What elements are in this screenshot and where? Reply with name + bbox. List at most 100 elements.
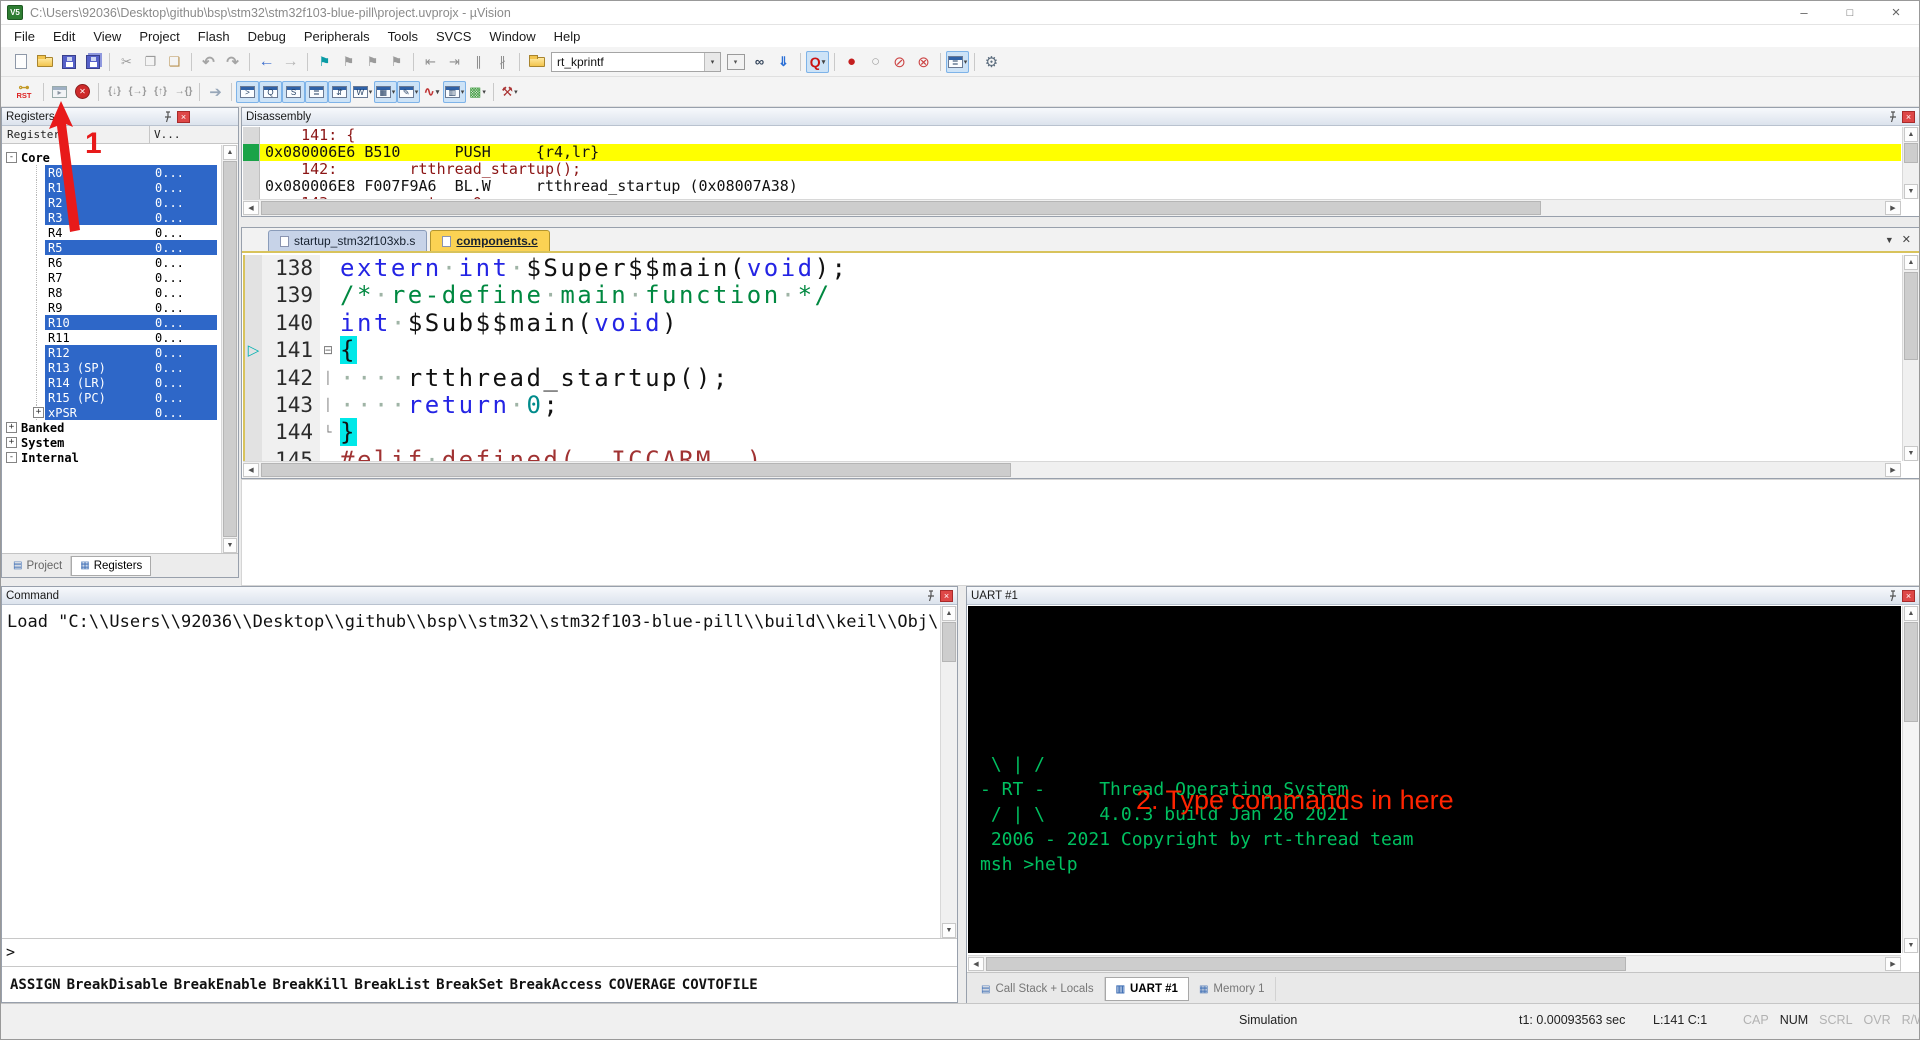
find-in-files-results-button[interactable]: ∞ [748, 51, 771, 73]
indent-button[interactable]: ⇥ [443, 51, 466, 73]
File[interactable]: File [5, 27, 44, 46]
Project[interactable]: ▤ Project [5, 556, 71, 576]
execution-marker[interactable] [245, 255, 262, 282]
close-panel-icon[interactable] [1902, 111, 1915, 123]
pin-icon[interactable] [925, 590, 937, 602]
fold-marker[interactable] [320, 255, 336, 282]
separator[interactable] [493, 83, 494, 101]
pin-icon[interactable] [162, 111, 174, 123]
open-file-button[interactable] [33, 51, 56, 73]
navigate-forward-button[interactable]: → [279, 51, 302, 73]
UART #1[interactable]: ▥ UART #1 [1105, 977, 1189, 1001]
Tools[interactable]: Tools [379, 27, 427, 46]
tree-expander-icon[interactable] [33, 287, 44, 298]
View[interactable]: View [84, 27, 130, 46]
execution-marker[interactable] [245, 447, 262, 461]
analysis-window-dropdown[interactable]: ∿▾ [420, 81, 443, 103]
comment-button[interactable]: ∥ [467, 51, 490, 73]
register-row[interactable]: R3 0... [3, 210, 220, 225]
scrollbar-thumb[interactable] [1904, 622, 1918, 722]
register-row[interactable]: R9 0... [3, 300, 220, 315]
scroll-up-icon[interactable] [223, 145, 237, 160]
COVTOFILE[interactable]: COVTOFILE [682, 977, 758, 993]
scroll-right-icon[interactable] [1885, 463, 1901, 477]
separator[interactable] [519, 53, 520, 71]
scroll-right-icon[interactable] [1885, 201, 1901, 215]
separator[interactable] [974, 53, 975, 71]
register-row[interactable]: + System [3, 435, 220, 450]
register-row[interactable]: R8 0... [3, 285, 220, 300]
register-row[interactable]: + xPSR 0... [3, 405, 220, 420]
Memory 1[interactable]: ▦ Memory 1 [1189, 977, 1276, 1001]
separator[interactable] [98, 83, 99, 101]
minimize-button[interactable] [1781, 1, 1827, 24]
fold-marker[interactable]: │ [320, 365, 336, 392]
scroll-left-icon[interactable] [968, 957, 984, 971]
register-row[interactable]: R14 (LR) 0... [3, 375, 220, 390]
register-row[interactable]: R11 0... [3, 330, 220, 345]
tree-expander-icon[interactable] [33, 302, 44, 313]
editor-code-lines[interactable]: 138extern·int·$Super$$main(void);139/*·r… [243, 255, 1901, 461]
fold-marker[interactable] [320, 282, 336, 309]
scrollbar-thumb[interactable] [261, 463, 1011, 477]
run-button[interactable]: ▸ [48, 81, 71, 103]
Peripherals[interactable]: Peripherals [295, 27, 379, 46]
tab-list-dropdown-icon[interactable]: ▼ [1885, 235, 1894, 245]
paste-button[interactable]: ❑ [163, 51, 186, 73]
separator[interactable] [43, 83, 44, 101]
save-button[interactable] [57, 51, 80, 73]
execution-marker[interactable] [245, 392, 262, 419]
tree-expander-icon[interactable] [33, 377, 44, 388]
step-out-button[interactable]: {↑} [149, 81, 172, 103]
scroll-up-icon[interactable] [1904, 606, 1918, 621]
find-dropdown[interactable]: Q▾ [806, 51, 829, 73]
close-panel-icon[interactable] [177, 111, 190, 123]
Debug[interactable]: Debug [239, 27, 295, 46]
disassembly-window-toggle[interactable]: Q [259, 81, 282, 103]
tree-expander-icon[interactable] [33, 392, 44, 403]
fold-marker[interactable] [320, 310, 336, 337]
register-row[interactable]: R10 0... [3, 315, 220, 330]
trace-window-dropdown[interactable]: ▥▾ [443, 81, 466, 103]
BreakDisable[interactable]: BreakDisable [67, 977, 168, 993]
tree-expander-icon[interactable] [33, 197, 44, 208]
insert-breakpoint-button[interactable]: ● [840, 51, 863, 73]
close-document-icon[interactable]: ✕ [1902, 233, 1911, 246]
search-input[interactable]: rt_kprintf ▾ [551, 52, 721, 72]
tree-expander-icon[interactable] [33, 182, 44, 193]
fold-marker[interactable] [320, 447, 336, 461]
search-type-dropdown[interactable]: ▾ [724, 51, 747, 73]
register-row[interactable]: R2 0... [3, 195, 220, 210]
scroll-down-icon[interactable] [942, 923, 956, 938]
save-all-button[interactable] [81, 51, 104, 73]
execution-marker[interactable] [245, 282, 262, 309]
execution-marker[interactable] [245, 310, 262, 337]
register-row[interactable]: R5 0... [3, 240, 220, 255]
scroll-down-icon[interactable] [1904, 184, 1918, 199]
scroll-down-icon[interactable] [1904, 938, 1918, 953]
scrollbar-thumb[interactable] [261, 201, 1541, 215]
separator[interactable] [109, 53, 110, 71]
COVERAGE[interactable]: COVERAGE [608, 977, 675, 993]
tree-expander-icon[interactable] [33, 167, 44, 178]
tree-expander-icon[interactable] [33, 227, 44, 238]
scroll-up-icon[interactable] [1904, 255, 1918, 270]
new-file-button[interactable] [9, 51, 32, 73]
scroll-up-icon[interactable] [1904, 127, 1918, 142]
SVCS[interactable]: SVCS [427, 27, 480, 46]
register-row[interactable]: R13 (SP) 0... [3, 360, 220, 375]
chevron-down-icon[interactable]: ▾ [704, 53, 720, 71]
exec-marker-margin[interactable] [243, 144, 260, 161]
reset-button[interactable]: ⊶RST [9, 81, 39, 103]
bookmark-prev-button[interactable]: ⚑ [361, 51, 384, 73]
editor-horizontal-scrollbar[interactable] [243, 461, 1901, 478]
bookmark-next-button[interactable]: ⚑ [337, 51, 360, 73]
fold-marker[interactable]: │ [320, 392, 336, 419]
BreakList[interactable]: BreakList [354, 977, 430, 993]
command-input[interactable]: > [2, 938, 957, 966]
cut-button[interactable]: ✂ [115, 51, 138, 73]
Help[interactable]: Help [545, 27, 590, 46]
separator[interactable] [249, 53, 250, 71]
scroll-left-icon[interactable] [243, 463, 259, 477]
close-button[interactable] [1873, 1, 1919, 24]
